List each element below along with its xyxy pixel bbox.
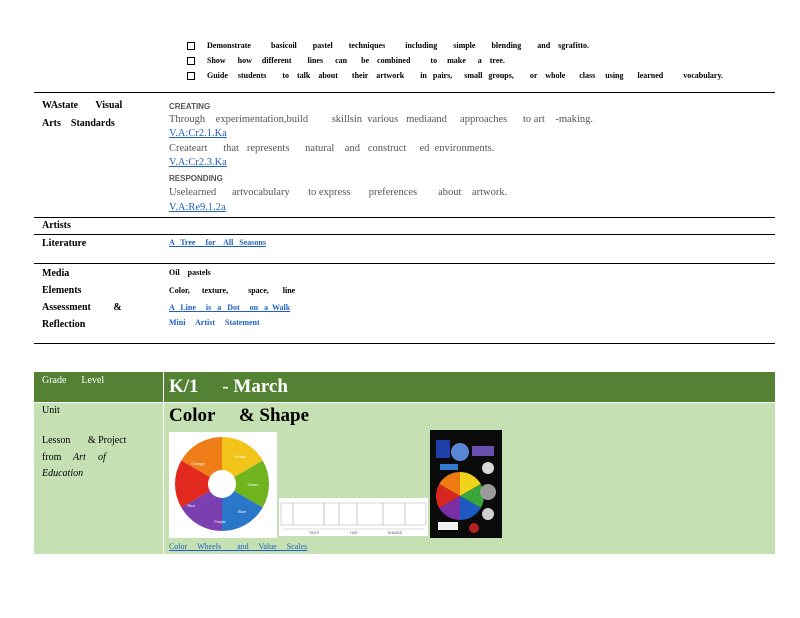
- objective-text: Show how different lines can be combined…: [207, 56, 505, 65]
- standard-code-link[interactable]: V.A:Re9.1.2a: [169, 202, 240, 213]
- responding-text: Uselearned artvocabulary to express pref…: [169, 187, 508, 198]
- creating-text: Through experimentation,build skillsin v…: [169, 114, 593, 125]
- assessment-label: Assessment &: [42, 302, 122, 313]
- value-scale-graphic: TINTS HUE SHADES: [280, 502, 427, 535]
- elements-label: Elements: [42, 285, 82, 296]
- unit-value: Color & Shape: [169, 405, 310, 426]
- artists-label: Artists: [42, 220, 71, 231]
- color-wheels-link[interactable]: Color Wheels and Value Scales: [169, 542, 315, 551]
- wheel-label: Purple: [214, 519, 226, 524]
- standard-code-link[interactable]: V.A:Cr2.3.Ka: [169, 157, 243, 168]
- creating-heading: CREATING: [169, 102, 211, 111]
- wheel-label: Green: [247, 482, 258, 487]
- wheel-label: Yellow: [234, 454, 246, 459]
- scale-label: TINTS: [309, 531, 320, 535]
- lesson-art: Art: [73, 452, 86, 463]
- row-divider: [34, 263, 775, 264]
- objective-item: Show how different lines can be combined…: [187, 56, 505, 66]
- scale-label: HUE: [350, 531, 358, 535]
- checkbox-icon: [187, 42, 195, 51]
- lesson-education: Education: [42, 468, 84, 479]
- grade-level-value: K/1 - March: [169, 376, 288, 397]
- media-label: Media: [42, 268, 70, 279]
- reflection-value: Mini Artist Statement: [169, 318, 260, 327]
- color-wheel-image: Yellow Green Blue Purple Red Orange: [169, 432, 277, 538]
- row-divider: [34, 402, 775, 403]
- row-divider: [34, 217, 775, 218]
- creating-text-2: Createart that represents natural and co…: [169, 143, 495, 154]
- elements-value: Color, texture, space, line: [169, 286, 296, 295]
- wheel-label: Orange: [191, 461, 205, 466]
- objective-item: Demonstrate basicoil pastel techniques i…: [187, 41, 590, 51]
- grade-level-label: Grade Level: [42, 375, 105, 386]
- wheel-label: Blue: [238, 509, 247, 514]
- scale-label: SHADES: [388, 531, 403, 535]
- checkbox-icon: [187, 72, 195, 81]
- grade-header-row: [34, 372, 775, 402]
- objective-item: Guide students to talk about their artwo…: [187, 71, 724, 81]
- unit-label: Unit: [42, 405, 60, 416]
- standard-code-link[interactable]: V.A:Cr2.1.Ka: [169, 128, 243, 139]
- standards-label-1: WAstate Visual: [42, 100, 123, 111]
- objective-text: Demonstrate basicoil pastel techniques i…: [207, 41, 590, 50]
- value-scale-image: TINTS HUE SHADES: [279, 498, 428, 536]
- artwork-image: [430, 430, 502, 538]
- column-divider: [163, 372, 164, 554]
- media-value: Oil pastels: [169, 268, 211, 277]
- checkbox-icon: [187, 57, 195, 66]
- row-divider: [34, 234, 775, 235]
- wheel-label: Red: [187, 503, 194, 508]
- reflection-label: Reflection: [42, 319, 86, 330]
- lesson-of: of: [98, 452, 106, 463]
- lesson-project-label: Lesson & Project: [42, 435, 127, 446]
- literature-label: Literature: [42, 238, 87, 249]
- color-wheel-graphic: Yellow Green Blue Purple Red Orange: [175, 437, 269, 531]
- responding-heading: RESPONDING: [169, 174, 223, 183]
- standards-label-2: Arts Standards: [42, 118, 115, 129]
- row-divider: [34, 92, 775, 93]
- lesson-from: from: [42, 452, 62, 463]
- objective-text: Guide students to talk about their artwo…: [207, 71, 724, 80]
- artwork-graphic: [430, 430, 502, 538]
- literature-link[interactable]: A Tree for All Seasons: [169, 238, 280, 247]
- assessment-link[interactable]: A Line is a Dot on a Walk: [169, 303, 300, 312]
- row-divider: [34, 343, 775, 344]
